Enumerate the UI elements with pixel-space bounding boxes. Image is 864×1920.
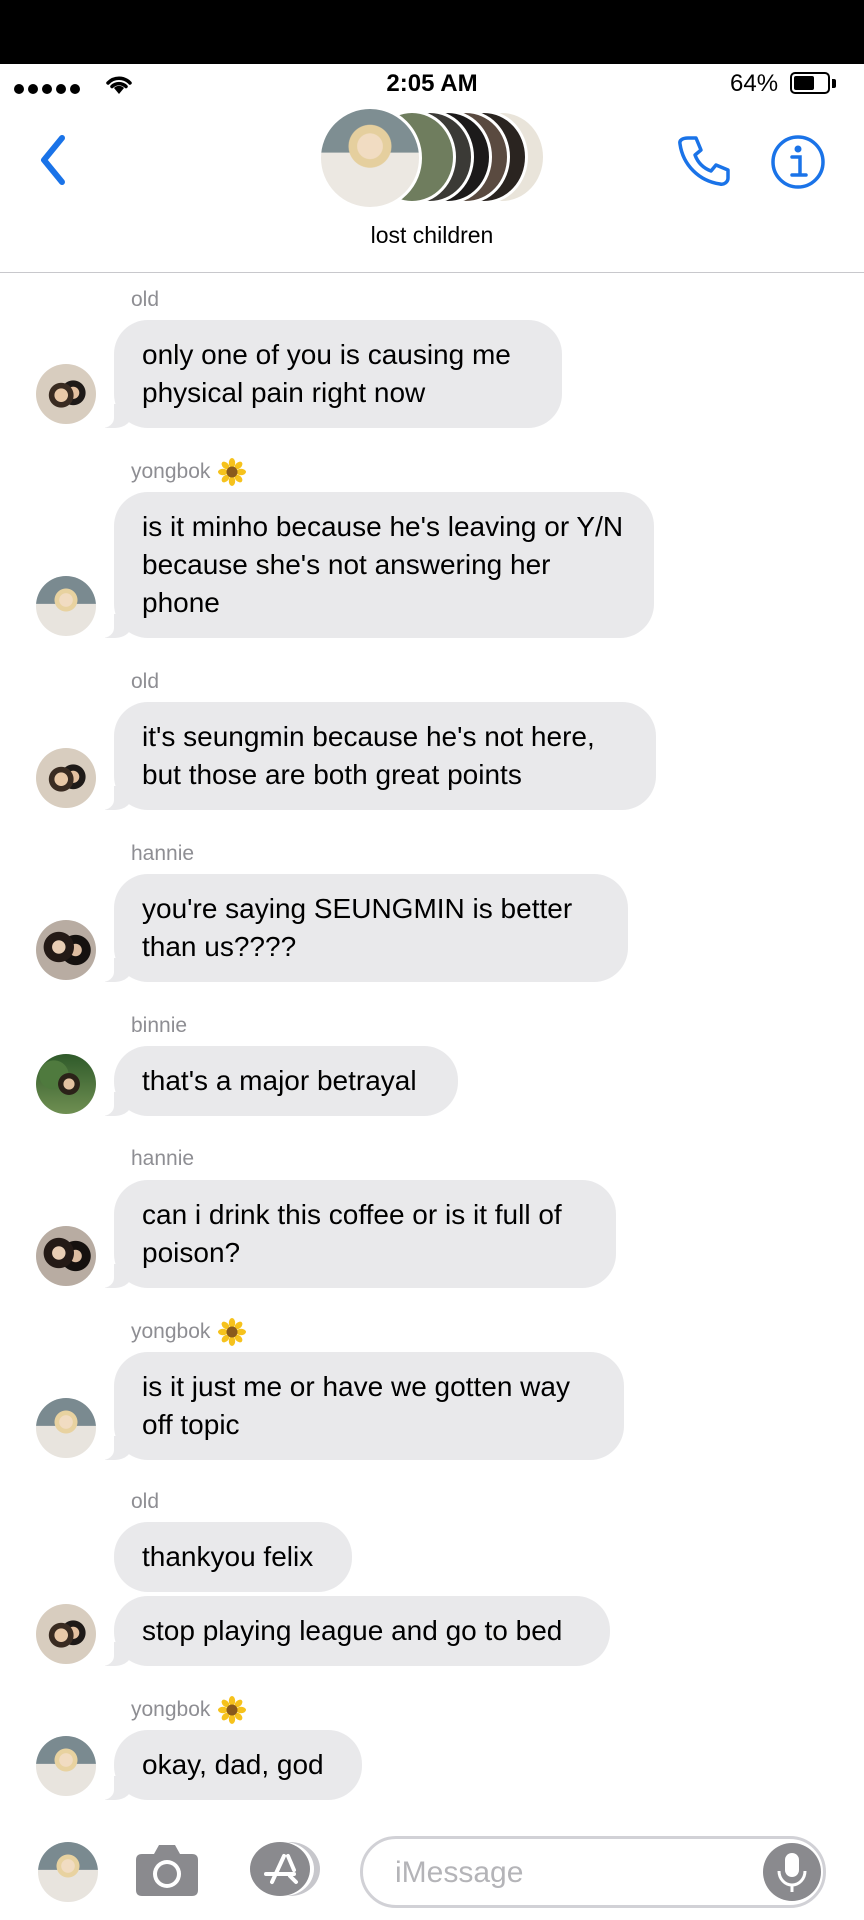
message-bubble[interactable]: it's seungmin because he's not here, but… [96,702,656,810]
message-bubble[interactable]: okay, dad, god [96,1730,362,1800]
status-bar: 2:05 AM 64% [0,64,864,104]
group-avatar-stack[interactable] [318,106,548,210]
message-bubble[interactable]: is it minho because he's leaving or Y/N … [96,492,654,638]
info-icon[interactable] [770,134,826,190]
message-bubble[interactable]: thankyou felix [114,1522,352,1592]
app-store-icon[interactable] [246,1840,324,1898]
message-bubble[interactable]: that's a major betrayal [96,1046,458,1116]
sender-name: old [131,1490,160,1513]
avatar[interactable] [36,1604,96,1664]
phone-icon[interactable] [674,132,732,190]
avatar[interactable] [36,1226,96,1286]
avatar[interactable] [36,920,96,980]
message-bubble[interactable]: only one of you is causing me physical p… [96,320,562,428]
conversation-header: lost children [0,104,864,273]
sender-name: yongbok [131,1318,247,1346]
microphone-icon[interactable] [763,1843,821,1901]
message-bubble[interactable]: stop playing league and go to bed [96,1596,610,1666]
battery-percentage: 64% [730,70,779,97]
sunflower-emoji-icon [218,458,247,486]
avatar[interactable] [36,1398,96,1458]
battery-nub [832,79,836,88]
sender-name: yongbok [131,458,247,486]
camera-icon[interactable] [134,1840,200,1898]
battery-icon [790,72,830,94]
sunflower-emoji-icon [218,1696,247,1724]
back-chevron-icon[interactable] [32,128,76,192]
message-bubble[interactable]: you're saying SEUNGMIN is better than us… [96,874,628,982]
avatar[interactable] [36,748,96,808]
sender-name: binnie [131,1014,188,1037]
message-field[interactable] [360,1836,826,1908]
group-name[interactable]: lost children [0,222,864,249]
imessage-input[interactable] [393,1851,737,1895]
message-bubble[interactable]: is it just me or have we gotten way off … [96,1352,624,1460]
sender-name: hannie [131,1147,195,1170]
sender-name: hannie [131,842,195,865]
avatar[interactable] [36,1054,96,1114]
sunflower-emoji-icon [218,1318,247,1346]
avatar[interactable] [36,364,96,424]
top-black-band [0,0,864,64]
group-avatar-main [318,106,422,210]
sender-name: old [131,288,160,311]
avatar[interactable] [36,576,96,636]
avatar[interactable] [36,1736,96,1796]
sender-name: yongbok [131,1696,247,1724]
battery-level-fill [794,76,814,90]
sender-name: old [131,670,160,693]
composer-avatar[interactable] [38,1842,98,1902]
message-bubble[interactable]: can i drink this coffee or is it full of… [96,1180,616,1288]
